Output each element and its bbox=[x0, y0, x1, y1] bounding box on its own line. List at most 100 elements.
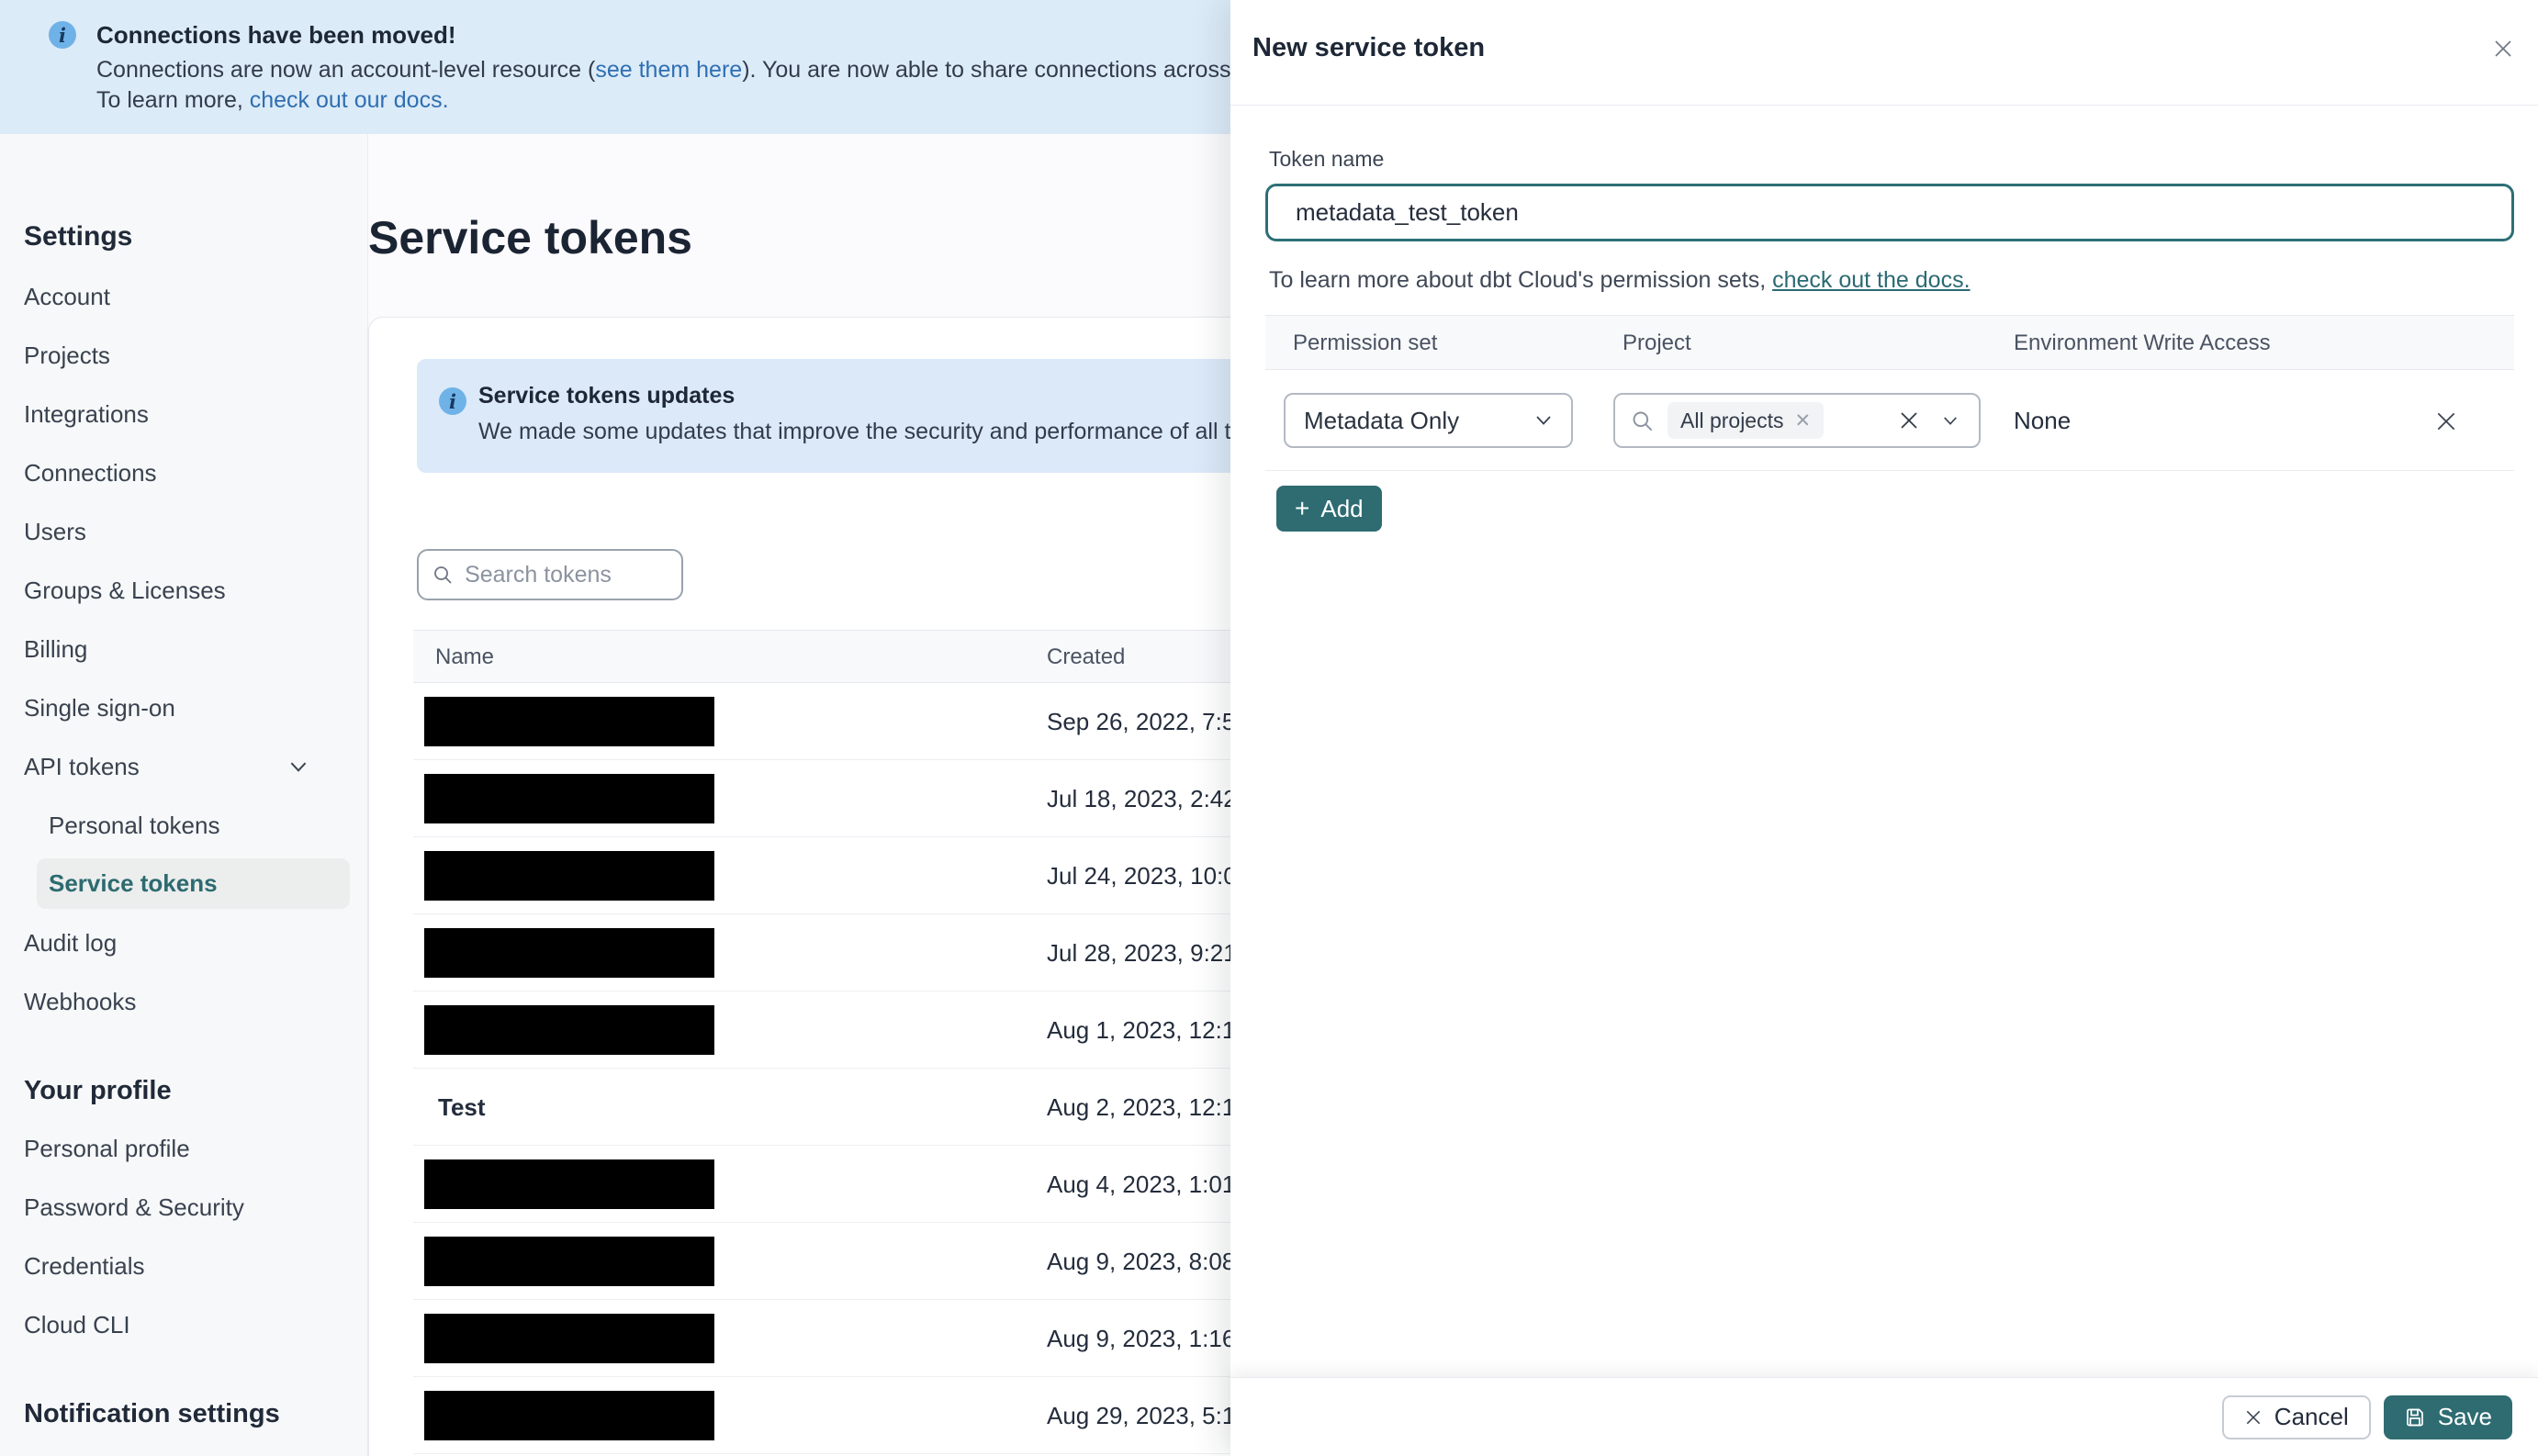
permission-set-value: Metadata Only bbox=[1304, 406, 1460, 434]
redacted-token-name bbox=[424, 1237, 714, 1286]
sidebar-item-label: Users bbox=[24, 518, 86, 545]
sidebar-heading-notification-settings: Notification settings bbox=[0, 1385, 367, 1442]
info-icon: i bbox=[49, 21, 76, 49]
sidebar-item-label: Webhooks bbox=[24, 988, 137, 1015]
settings-sidebar: Settings Account Projects Integrations Conn… bbox=[0, 134, 368, 1456]
infobox-title: Service tokens updates bbox=[478, 383, 736, 409]
permission-docs-line: To learn more about dbt Cloud's permissi… bbox=[1269, 267, 1971, 294]
redacted-token-name bbox=[424, 1005, 714, 1055]
sidebar-item-label: Personal tokens bbox=[49, 812, 220, 839]
sidebar-item-service-tokens[interactable]: Service tokens bbox=[37, 858, 350, 909]
sidebar-item-label: Notification settings bbox=[24, 1399, 280, 1428]
sidebar-nav-list: Account Projects Integrations Connections Us… bbox=[0, 267, 367, 1442]
close-icon[interactable] bbox=[2483, 28, 2523, 69]
sidebar-item-api-tokens[interactable]: API tokens bbox=[0, 737, 367, 796]
check-out-our-docs-link[interactable]: check out our docs. bbox=[250, 87, 449, 113]
sidebar-item-label: Personal profile bbox=[24, 1135, 190, 1162]
token-name-input[interactable] bbox=[1265, 184, 2514, 241]
chevron-down-icon bbox=[288, 761, 309, 773]
banner-line2-pre: To learn more, bbox=[96, 87, 250, 113]
redacted-token-name bbox=[424, 774, 714, 823]
sidebar-item-single-sign-on[interactable]: Single sign-on bbox=[0, 678, 367, 737]
sidebar-item-billing[interactable]: Billing bbox=[0, 620, 367, 678]
sidebar-item-webhooks[interactable]: Webhooks bbox=[0, 972, 367, 1031]
see-them-here-link[interactable]: see them here bbox=[595, 57, 742, 83]
redacted-token-name bbox=[424, 1391, 714, 1440]
permission-row: Metadata Only All projects ✕ None bbox=[1265, 370, 2514, 471]
sidebar-item-label: Connections bbox=[24, 459, 157, 487]
permission-set-select[interactable]: Metadata Only bbox=[1284, 393, 1573, 448]
save-button-label: Save bbox=[2437, 1403, 2492, 1430]
project-combobox[interactable]: All projects ✕ bbox=[1613, 393, 1981, 448]
sidebar-item-label: Password & Security bbox=[24, 1193, 244, 1221]
plus-icon: + bbox=[1295, 494, 1310, 522]
sidebar-item-groups-licenses[interactable]: Groups & Licenses bbox=[0, 561, 367, 620]
sidebar-item-label: API tokens bbox=[24, 753, 140, 780]
sidebar-item-account[interactable]: Account bbox=[0, 267, 367, 326]
redacted-token-name bbox=[424, 851, 714, 901]
project-chip-label: All projects bbox=[1680, 408, 1784, 432]
sidebar-item-label: Credentials bbox=[24, 1252, 145, 1280]
cancel-button[interactable]: Cancel bbox=[2221, 1394, 2371, 1439]
sidebar-item-label: Cloud CLI bbox=[24, 1311, 130, 1338]
cancel-button-label: Cancel bbox=[2274, 1403, 2349, 1430]
sidebar-item-personal-profile[interactable]: Personal profile bbox=[0, 1119, 367, 1178]
add-button-label: Add bbox=[1320, 494, 1364, 522]
sidebar-item-audit-log[interactable]: Audit log bbox=[0, 913, 367, 972]
sidebar-item-label: Single sign-on bbox=[24, 694, 175, 722]
sidebar-item-label: Service tokens bbox=[49, 869, 218, 897]
sidebar-item-label: Billing bbox=[24, 635, 88, 663]
sidebar-item-label: Integrations bbox=[24, 400, 149, 428]
add-button[interactable]: + Add bbox=[1276, 486, 1382, 532]
page-title: Service tokens bbox=[368, 212, 692, 263]
column-header-created: Created bbox=[1047, 644, 1126, 669]
column-header-environment-write-access: Environment Write Access bbox=[2014, 330, 2271, 355]
search-tokens-box[interactable] bbox=[417, 549, 683, 600]
banner-text-line2: To learn more, check out our docs. bbox=[96, 87, 449, 114]
banner-title: Connections have been moved! bbox=[96, 21, 456, 49]
panel-footer: Cancel Save bbox=[1230, 1377, 2538, 1456]
sidebar-item-label: Projects bbox=[24, 342, 110, 369]
search-icon bbox=[434, 566, 452, 584]
sidebar-item-credentials[interactable]: Credentials bbox=[0, 1237, 367, 1295]
banner-line1-pre: Connections are now an account-level res… bbox=[96, 57, 596, 83]
sidebar-title: Settings bbox=[24, 221, 133, 252]
sidebar-item-projects[interactable]: Projects bbox=[0, 326, 367, 385]
column-header-name: Name bbox=[435, 644, 495, 669]
project-chip: All projects ✕ bbox=[1668, 402, 1825, 439]
token-name-cell: Test bbox=[438, 1093, 486, 1121]
sidebar-item-label: Audit log bbox=[24, 929, 118, 957]
redacted-token-name bbox=[424, 1159, 714, 1209]
sidebar-item-label: Account bbox=[24, 283, 110, 310]
check-out-the-docs-link[interactable]: check out the docs. bbox=[1772, 267, 1970, 293]
redacted-token-name bbox=[424, 928, 714, 978]
sidebar-item-users[interactable]: Users bbox=[0, 502, 367, 561]
sidebar-item-personal-tokens[interactable]: Personal tokens bbox=[0, 796, 367, 855]
new-service-token-panel: New service token Token name To learn mo… bbox=[1230, 0, 2538, 1456]
redacted-token-name bbox=[424, 697, 714, 746]
environment-write-access-value: None bbox=[2014, 407, 2072, 434]
combobox-chevron-down-icon[interactable] bbox=[1929, 416, 1964, 426]
panel-title: New service token bbox=[1252, 33, 1486, 62]
combobox-clear-icon[interactable] bbox=[1889, 409, 1929, 431]
sidebar-item-connections[interactable]: Connections bbox=[0, 443, 367, 502]
sidebar-heading-your-profile: Your profile bbox=[0, 1062, 367, 1119]
sidebar-item-label: Groups & Licenses bbox=[24, 577, 226, 604]
sidebar-item-cloud-cli[interactable]: Cloud CLI bbox=[0, 1295, 367, 1354]
remove-row-icon[interactable] bbox=[2430, 405, 2463, 438]
search-icon bbox=[1633, 411, 1653, 431]
sidebar-item-integrations[interactable]: Integrations bbox=[0, 385, 367, 443]
redacted-token-name bbox=[424, 1314, 714, 1363]
sidebar-item-password-security[interactable]: Password & Security bbox=[0, 1178, 367, 1237]
column-header-project: Project bbox=[1623, 330, 1691, 355]
close-icon bbox=[2246, 1410, 2260, 1424]
info-icon: i bbox=[439, 387, 466, 415]
sidebar-item-label: Your profile bbox=[24, 1076, 172, 1105]
search-input[interactable] bbox=[465, 561, 668, 588]
token-name-label: Token name bbox=[1269, 147, 1385, 171]
panel-body: Token name To learn more about dbt Cloud… bbox=[1265, 106, 2514, 1377]
chip-remove-icon[interactable]: ✕ bbox=[1794, 411, 1811, 431]
save-button[interactable]: Save bbox=[2383, 1394, 2512, 1439]
docs-line-pre: To learn more about dbt Cloud's permissi… bbox=[1269, 267, 1773, 293]
column-header-permission-set: Permission set bbox=[1293, 330, 1438, 355]
